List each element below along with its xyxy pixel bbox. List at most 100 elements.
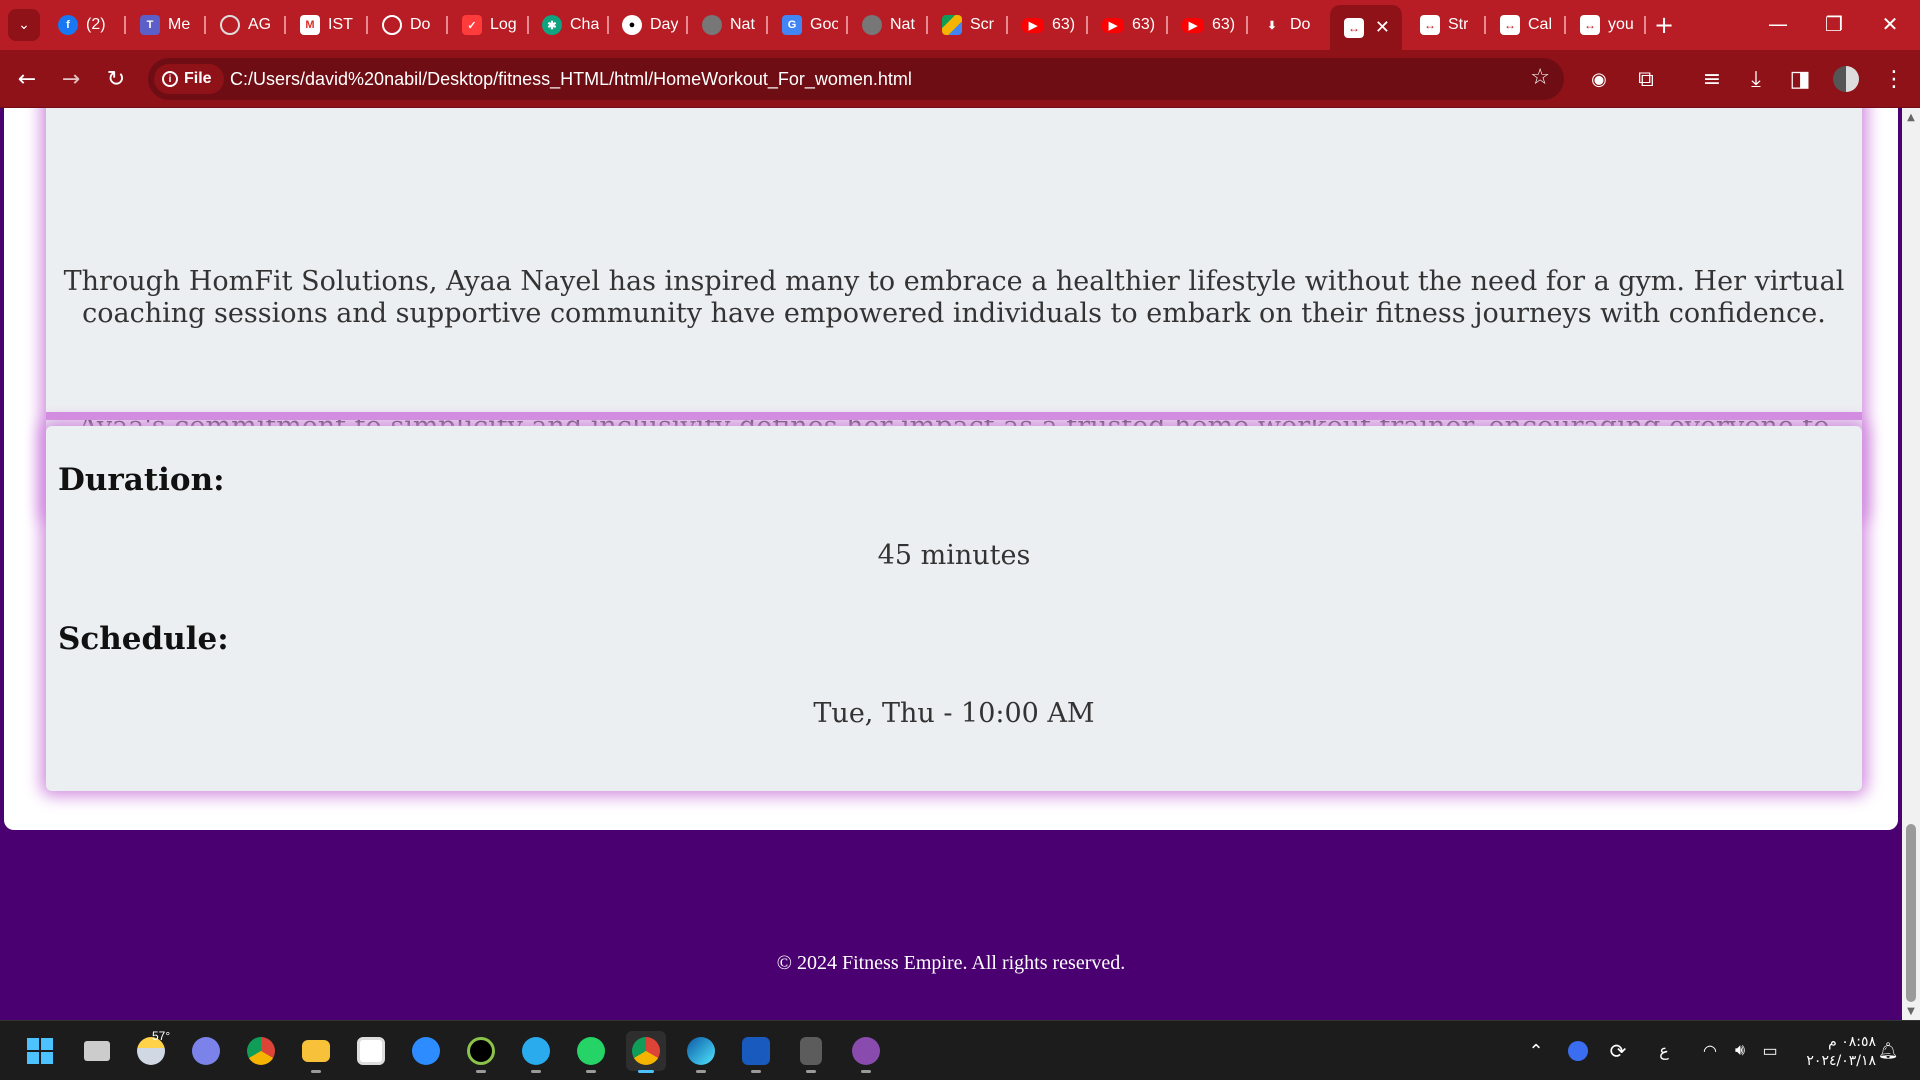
taskbar-chrome[interactable] (241, 1031, 281, 1071)
taskbar-clock[interactable]: ٠٨:٥٨ م ٢٠٢٤/٠٣/١٨ (1796, 1033, 1876, 1071)
tab-you[interactable]: ↔ you (1570, 9, 1636, 41)
site-info-chip[interactable]: i File (154, 64, 224, 94)
taskbar-file-explorer[interactable] (296, 1031, 336, 1073)
arrow-left-icon: ← (17, 66, 37, 92)
taskbar-calculator[interactable] (791, 1031, 831, 1073)
profile-button[interactable] (1828, 61, 1864, 97)
tab-title: 63) (1132, 16, 1156, 33)
taskbar-github-desktop[interactable] (846, 1031, 886, 1073)
side-panel-button[interactable]: ◨ (1782, 61, 1818, 97)
taskbar-word[interactable] (736, 1031, 776, 1073)
tab-chatgpt[interactable]: ✱ Cha (532, 9, 600, 41)
tray-volume[interactable]: 🔊︎ (1726, 1021, 1754, 1080)
back-button[interactable]: ← (9, 61, 45, 97)
running-indicator (531, 1070, 541, 1073)
tab-title: Do (1290, 16, 1311, 33)
tray-language[interactable]: ع (1650, 1021, 1678, 1080)
tab-downloads[interactable]: ⬇ Do (1252, 9, 1320, 41)
tray-notifications[interactable]: 🔔︎ (1874, 1021, 1902, 1080)
gmail-icon: M (300, 15, 320, 35)
page-scrollbar[interactable]: ▲ ▼ (1902, 108, 1920, 1020)
media-queue-icon: ≡ (1702, 66, 1722, 92)
tab-nat-2[interactable]: Nat (852, 9, 918, 41)
tray-sync[interactable]: ⟳ (1604, 1021, 1632, 1080)
tab-youtube-3[interactable]: ▶ 63) (1172, 9, 1240, 41)
taskbar-ms-store[interactable] (351, 1031, 391, 1071)
scroll-down-arrow[interactable]: ▼ (1902, 1002, 1920, 1020)
duration-label: Duration: (58, 462, 225, 498)
tab-google-translate[interactable]: G Goo (772, 9, 838, 41)
tab-search-button[interactable]: ⌄ (8, 9, 40, 41)
forward-button[interactable]: → (53, 61, 89, 97)
tab-github[interactable]: ● Day (612, 9, 678, 41)
tab-str[interactable]: ↔ Str (1410, 9, 1476, 41)
taskbar-chrome-active[interactable] (626, 1031, 666, 1073)
media-controls-button[interactable]: ≡ (1694, 61, 1730, 97)
tab-youtube-2[interactable]: ▶ 63) (1092, 9, 1160, 41)
start-button[interactable] (20, 1031, 60, 1071)
google-drive-icon (942, 15, 962, 35)
downloads-button[interactable]: ⤓ (1738, 61, 1774, 97)
tab-active-homeworkout[interactable]: ↔ ✕ (1330, 5, 1402, 50)
taskbar-whatsapp[interactable] (571, 1031, 611, 1073)
address-bar[interactable]: i File C:/Users/david%20nabil/Desktop/fi… (148, 58, 1564, 100)
tab-todoist[interactable]: ✓ Log (452, 9, 518, 41)
close-window-button[interactable]: ✕ (1862, 0, 1918, 48)
edge-icon (687, 1037, 715, 1065)
reload-button[interactable]: ↻ (98, 61, 134, 97)
download-icon: ⤓ (1751, 66, 1761, 92)
tab-facebook[interactable]: f (2) (48, 9, 114, 41)
word-icon (742, 1037, 770, 1065)
scroll-thumb[interactable] (1906, 824, 1916, 1002)
taskbar-edge[interactable] (681, 1031, 721, 1073)
restore-icon: ❐ (1825, 12, 1843, 36)
tab-gmail[interactable]: M IST (290, 9, 356, 41)
tab-title: IST (328, 16, 353, 33)
chevron-up-icon: ⌃ (1528, 1040, 1544, 1061)
tray-wifi[interactable]: ◠ (1696, 1021, 1724, 1080)
extension-record-button[interactable]: ◉ (1581, 61, 1617, 97)
schedule-label: Schedule: (58, 621, 229, 657)
task-view-button[interactable] (77, 1031, 117, 1071)
taskbar-telegram[interactable] (516, 1031, 556, 1073)
google-translate-icon: G (782, 15, 802, 35)
extensions-button[interactable]: ⧉ (1628, 61, 1664, 97)
weather-temperature: 57° (152, 1029, 171, 1043)
tab-do[interactable]: Do (372, 9, 438, 41)
close-icon[interactable]: ✕ (1375, 17, 1390, 38)
battery-icon: ▭ (1762, 1043, 1778, 1060)
tray-app-l[interactable] (1564, 1021, 1592, 1080)
taskbar-zoom[interactable] (406, 1031, 446, 1071)
schedule-value: Tue, Thu - 10:00 AM (813, 698, 1095, 729)
tab-ag[interactable]: AG (210, 9, 274, 41)
taskbar-circle-app[interactable] (461, 1031, 501, 1073)
bookmark-star-icon[interactable]: ☆ (1530, 65, 1550, 90)
tab-title: Goo (810, 16, 838, 33)
zoom-icon (412, 1037, 440, 1065)
minimize-button[interactable]: — (1750, 0, 1806, 48)
taskbar-teams-meet[interactable] (186, 1031, 226, 1071)
tab-cal[interactable]: ↔ Cal (1490, 9, 1556, 41)
browser-menu-button[interactable]: ⋮ (1876, 61, 1912, 97)
reload-icon: ↻ (106, 66, 126, 92)
session-info-card: Duration: 45 minutes Schedule: Tue, Thu … (46, 426, 1862, 791)
tab-separator (1644, 16, 1646, 34)
tray-battery[interactable]: ▭ (1756, 1021, 1784, 1080)
tray-overflow-button[interactable]: ⌃ (1522, 1021, 1550, 1080)
chrome-icon (247, 1037, 275, 1065)
tab-google-drive[interactable]: Scr (932, 9, 998, 41)
tab-title: Cal (1528, 16, 1553, 33)
tab-youtube-1[interactable]: ▶ 63) (1012, 9, 1080, 41)
tab-separator (846, 16, 848, 34)
tab-nat-1[interactable]: Nat (692, 9, 758, 41)
running-indicator (806, 1070, 816, 1073)
restore-button[interactable]: ❐ (1806, 0, 1862, 48)
windows-icon (27, 1038, 53, 1064)
tab-separator (686, 16, 688, 34)
url-text[interactable]: C:/Users/david%20nabil/Desktop/fitness_H… (230, 69, 912, 90)
tab-title: Day (650, 16, 678, 33)
scroll-up-arrow[interactable]: ▲ (1902, 108, 1920, 126)
bell-icon: 🔔︎ (1877, 1043, 1899, 1060)
new-tab-button[interactable]: + (1648, 9, 1680, 41)
tab-teams[interactable]: T Me (130, 9, 194, 41)
